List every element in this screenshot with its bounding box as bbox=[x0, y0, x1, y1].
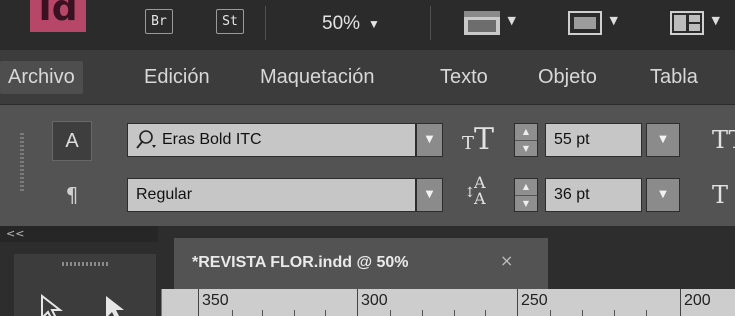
ruler-tick bbox=[582, 310, 583, 316]
chevron-down-icon: ▼ bbox=[609, 14, 618, 27]
document-tab-title: *REVISTA FLOR.indd @ 50% bbox=[192, 254, 409, 271]
ruler-tick bbox=[262, 310, 263, 316]
spin-up-icon[interactable]: ▲ bbox=[515, 179, 537, 195]
leading-dropdown[interactable]: ▼ bbox=[646, 178, 680, 212]
chevron-down-icon: ▼ bbox=[368, 17, 380, 31]
menu-bar: Archivo Edición Maquetación Texto Objeto… bbox=[0, 50, 735, 104]
zoom-level-dropdown[interactable]: 50% ▼ bbox=[322, 10, 380, 38]
leading-icon: A A ↕ bbox=[464, 173, 486, 208]
leading-field[interactable]: 36 pt bbox=[545, 178, 642, 212]
menu-tabla[interactable]: Tabla bbox=[642, 61, 706, 94]
frame-icon bbox=[568, 11, 602, 35]
chevron-down-icon: ▼ bbox=[507, 14, 516, 27]
panel-grip[interactable] bbox=[20, 133, 24, 193]
ruler-label: 200 bbox=[680, 289, 711, 316]
font-family-value: Eras Bold ITC bbox=[162, 131, 262, 148]
application-bar: Id Br St 50% ▼ ▼ ▼ ▼ bbox=[0, 0, 735, 50]
menu-archivo[interactable]: Archivo bbox=[0, 61, 83, 94]
view-options-menu[interactable]: ▼ bbox=[462, 9, 516, 37]
document-tab[interactable]: *REVISTA FLOR.indd @ 50% × bbox=[174, 238, 548, 289]
ruler-tick bbox=[294, 310, 295, 316]
tools-panel bbox=[14, 254, 156, 316]
workspace: << *REVISTA FLOR.indd @ 50% × 350 300 25… bbox=[0, 226, 735, 316]
ruler-label: 250 bbox=[517, 289, 548, 316]
selection-tool-icon[interactable] bbox=[102, 294, 132, 316]
arrange-documents-icon bbox=[670, 11, 704, 35]
all-caps-icon[interactable]: TT bbox=[712, 123, 735, 157]
ruler-tick bbox=[614, 310, 615, 316]
font-size-dropdown[interactable]: ▼ bbox=[646, 123, 680, 157]
character-formatting-button[interactable]: A bbox=[52, 121, 92, 161]
divider bbox=[430, 6, 431, 40]
ruler-tick bbox=[232, 310, 233, 316]
indesign-logo: Id bbox=[30, 0, 86, 32]
bridge-button[interactable]: Br bbox=[145, 9, 173, 34]
font-family-dropdown[interactable]: ▼ bbox=[416, 123, 443, 157]
font-size-field[interactable]: 55 pt bbox=[545, 123, 642, 157]
paragraph-formatting-button[interactable]: ¶ bbox=[52, 175, 92, 215]
menu-texto[interactable]: Texto bbox=[432, 61, 496, 94]
chevron-down-icon: ▼ bbox=[711, 14, 720, 27]
font-size-icon: TT bbox=[462, 122, 495, 157]
ruler-tick bbox=[454, 310, 455, 316]
spin-down-icon[interactable]: ▼ bbox=[515, 195, 537, 211]
panel-grip[interactable] bbox=[62, 262, 110, 266]
font-size-stepper[interactable]: ▲ ▼ bbox=[514, 123, 538, 157]
ruler-tick bbox=[390, 310, 391, 316]
superscript-icon[interactable]: T bbox=[712, 178, 728, 212]
search-icon bbox=[136, 129, 156, 149]
ruler-tick bbox=[550, 310, 551, 316]
font-family-field[interactable]: Eras Bold ITC bbox=[127, 123, 416, 157]
menu-objeto[interactable]: Objeto bbox=[530, 61, 605, 94]
font-style-dropdown[interactable]: ▼ bbox=[416, 178, 443, 212]
horizontal-ruler: 350 300 250 200 bbox=[161, 289, 735, 316]
direct-selection-tool-icon[interactable] bbox=[38, 294, 68, 316]
spin-down-icon[interactable]: ▼ bbox=[515, 140, 537, 156]
ruler-tick bbox=[646, 310, 647, 316]
zoom-value: 50% bbox=[322, 13, 361, 35]
spin-up-icon[interactable]: ▲ bbox=[515, 124, 537, 140]
collapse-panel-button[interactable]: << bbox=[0, 226, 158, 242]
ruler-tick bbox=[485, 310, 486, 316]
leading-stepper[interactable]: ▲ ▼ bbox=[514, 178, 538, 212]
screen-mode-icon bbox=[464, 11, 500, 35]
font-style-field[interactable]: Regular bbox=[127, 178, 416, 212]
ruler-label: 350 bbox=[198, 289, 229, 316]
close-icon[interactable]: × bbox=[500, 250, 513, 272]
screen-mode-menu[interactable]: ▼ bbox=[566, 9, 618, 37]
stock-button[interactable]: St bbox=[216, 9, 244, 34]
arrange-documents-menu[interactable]: ▼ bbox=[668, 9, 720, 37]
menu-edicion[interactable]: Edición bbox=[136, 61, 218, 94]
ruler-tick bbox=[325, 310, 326, 316]
divider bbox=[265, 6, 266, 40]
control-panel: A ¶ Eras Bold ITC ▼ Regular ▼ TT ▲ ▼ 55 … bbox=[0, 104, 735, 226]
menu-maquetacion[interactable]: Maquetación bbox=[252, 61, 383, 94]
ruler-label: 300 bbox=[357, 289, 388, 316]
ruler-tick bbox=[422, 310, 423, 316]
